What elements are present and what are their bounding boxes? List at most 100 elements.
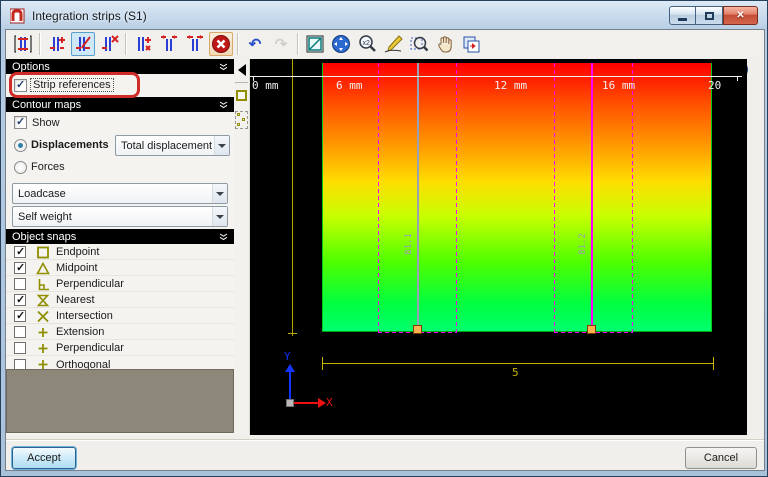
close-button[interactable]: ✕ <box>723 6 758 25</box>
strip-references-checkbox[interactable] <box>14 78 27 92</box>
options-section-title: Options <box>12 60 50 73</box>
strip-references-label: Strip references <box>30 78 114 92</box>
snap-row-nearest[interactable]: Nearest <box>6 293 234 308</box>
show-checkbox[interactable] <box>14 115 27 129</box>
y-axis-label: Y <box>284 350 291 363</box>
new-strip-button[interactable] <box>45 32 69 56</box>
strip-boundary-dashed-line <box>554 63 555 333</box>
collapse-panel-arrow-icon[interactable] <box>238 64 246 76</box>
contour-maps-section-title: Contour maps <box>12 98 82 111</box>
dropdown-arrow-icon <box>214 136 229 155</box>
loadcase-value-dropdown[interactable]: Self weight <box>12 206 228 227</box>
pan-hand-button[interactable] <box>433 32 457 56</box>
undo-button[interactable]: ↶ <box>243 32 267 56</box>
x-axis-arrowhead <box>318 398 326 408</box>
snap-endpoint-indicator-icon[interactable] <box>236 90 247 101</box>
toolbar-separator <box>125 33 127 55</box>
displacements-radio[interactable] <box>14 139 27 152</box>
redo-icon: ↷ <box>274 35 288 53</box>
endpoint-checkbox[interactable] <box>14 245 26 258</box>
dimension-tick <box>322 357 323 370</box>
delete-strip-button[interactable] <box>97 32 121 56</box>
midpoint-checkbox[interactable] <box>14 261 26 274</box>
integration-strip-line-1[interactable] <box>417 63 419 330</box>
grid-settings-icon[interactable] <box>235 111 248 129</box>
ruler-label: 0 mm <box>252 79 279 92</box>
toolbar-separator <box>39 33 41 55</box>
snap-row-perpendicular[interactable]: Perpendicular <box>6 277 234 292</box>
left-extension-tick <box>288 333 297 334</box>
perpendicular-checkbox[interactable] <box>14 278 26 290</box>
intersection-checkbox[interactable] <box>14 309 26 322</box>
edit-strip-button[interactable] <box>71 32 95 56</box>
app-icon <box>10 8 25 24</box>
strip-base-marker[interactable] <box>587 325 596 334</box>
strip-base-marker[interactable] <box>413 325 422 334</box>
toolbar: ↶ ↷ x2 <box>6 30 764 58</box>
define-strips-button[interactable] <box>11 32 35 56</box>
cancel-button[interactable]: Cancel <box>685 447 757 469</box>
snap-label: Midpoint <box>56 262 98 274</box>
dialog-client: ↶ ↷ x2 Options ✓ Strip references Contou… <box>5 29 765 471</box>
snap-row-perpendicular2[interactable]: Perpendicular <box>6 341 234 356</box>
integration-strip-line-2[interactable] <box>591 63 593 330</box>
copy-view-icon <box>463 36 480 53</box>
loadcase-value: Self weight <box>18 210 72 223</box>
strip-name-label: B1.1 <box>403 233 414 255</box>
redo-button[interactable]: ↷ <box>269 32 293 56</box>
forces-radio[interactable] <box>14 161 27 174</box>
new-strip-icon <box>50 37 65 51</box>
toolbar-separator <box>297 33 299 55</box>
split-strips-button[interactable] <box>183 32 207 56</box>
nearest-checkbox[interactable] <box>14 293 26 306</box>
midpoint-triangle-icon <box>36 261 50 274</box>
result-reference-line <box>250 76 742 77</box>
zoom-window-button[interactable] <box>407 32 431 56</box>
collapse-chevron-icon <box>219 63 228 70</box>
accept-button[interactable]: Accept <box>12 447 76 469</box>
contour-map-gradient <box>322 63 712 332</box>
model-view-canvas[interactable]: B1.1 B1.2 0 mm 6 mm 12 mm 16 mm 20 5 Y X <box>250 59 747 435</box>
delete-strip-icon <box>102 35 119 51</box>
ruler-label: 12 mm <box>494 79 528 92</box>
pan-hand-icon <box>438 36 452 53</box>
merge-strips-button[interactable] <box>157 32 181 56</box>
perpendicular2-checkbox[interactable] <box>14 342 26 354</box>
dimension-value-label: 5 <box>512 366 519 379</box>
dimension-tick <box>713 357 714 370</box>
loadcase-type-dropdown[interactable]: Loadcase <box>12 183 228 204</box>
show-label: Show <box>32 117 60 129</box>
minimize-button[interactable] <box>669 6 696 25</box>
snap-row-endpoint[interactable]: Endpoint <box>6 245 234 260</box>
zoom-extents-button[interactable] <box>303 32 327 56</box>
titlebar[interactable]: Integration strips (S1) ✕ <box>2 2 766 29</box>
collapse-chevron-icon <box>219 101 228 108</box>
plus-icon <box>38 343 48 353</box>
maximize-button[interactable] <box>696 6 723 25</box>
contour-maps-section-header[interactable]: Contour maps <box>6 97 234 112</box>
object-snaps-section-header[interactable]: Object snaps <box>6 229 234 244</box>
strip-boundary-dashed-line <box>456 63 457 333</box>
maximize-icon <box>704 11 714 20</box>
insert-strip-point-button[interactable] <box>131 32 155 56</box>
zoom-x2-button[interactable]: x2 <box>355 32 379 56</box>
zoom-extents-icon <box>306 35 324 53</box>
preview-placeholder <box>6 369 234 433</box>
extension-checkbox[interactable] <box>14 326 26 338</box>
zoom-dynamic-button[interactable] <box>329 32 353 56</box>
draw-line-button[interactable] <box>381 32 405 56</box>
snap-row-midpoint[interactable]: Midpoint <box>6 261 234 276</box>
copy-view-button[interactable] <box>459 32 483 56</box>
loadcase-type-value: Loadcase <box>18 187 66 200</box>
plus-icon <box>38 327 48 337</box>
cancel-stop-button[interactable] <box>209 32 233 56</box>
snap-row-intersection[interactable]: Intersection <box>6 309 234 324</box>
strip-boundary-dashed-line <box>378 63 379 333</box>
minimize-icon <box>678 17 687 21</box>
options-section-header[interactable]: Options <box>6 59 234 74</box>
define-strips-icon <box>14 35 32 53</box>
snap-row-extension[interactable]: Extension <box>6 325 234 340</box>
strip-name-label: B1.2 <box>577 233 588 255</box>
options-sidebar: Options Strip references Contour maps Sh… <box>6 59 234 435</box>
displacement-type-dropdown[interactable]: Total displacement <box>115 135 230 156</box>
